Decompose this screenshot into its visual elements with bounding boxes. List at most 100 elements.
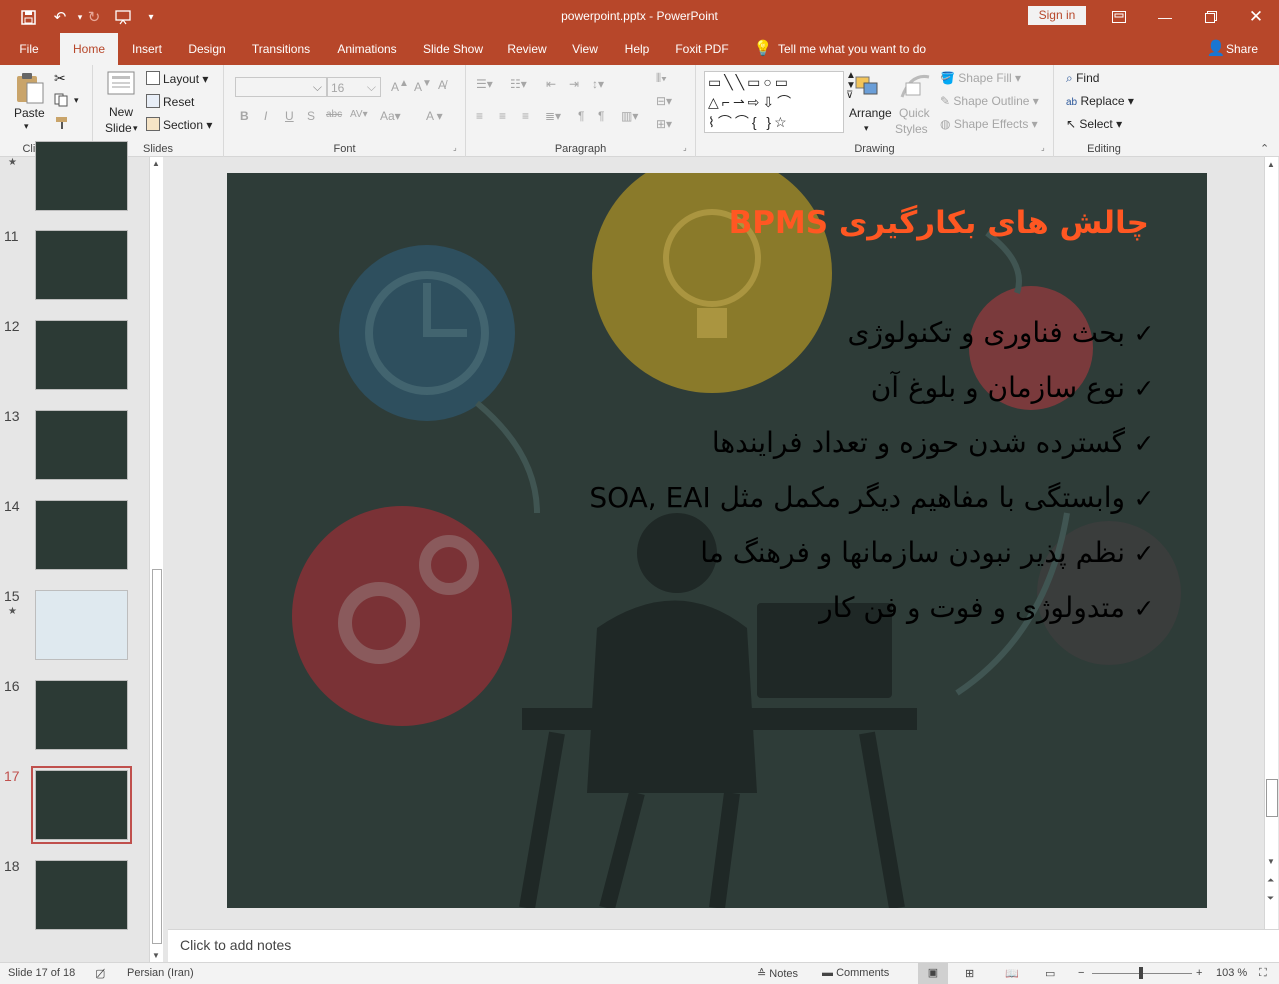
text-direction-icon[interactable]: ⫴▾	[656, 71, 667, 86]
drawing-launcher-icon[interactable]: ⌟	[1041, 143, 1045, 152]
tab-transitions[interactable]: Transitions	[246, 33, 316, 65]
bold-icon[interactable]: B	[240, 109, 249, 123]
slide-thumbnail-10[interactable]	[35, 141, 128, 211]
decrease-indent-icon[interactable]: ⇤	[546, 77, 556, 91]
paragraph-launcher-icon[interactable]: ⌟	[683, 143, 687, 152]
quick-styles-label-2[interactable]: Styles	[895, 122, 928, 136]
layout-button[interactable]: Layout ▾	[146, 71, 208, 86]
zoom-out-icon[interactable]: −	[1078, 967, 1084, 979]
align-left-icon[interactable]: ≡	[476, 109, 483, 123]
zoom-in-icon[interactable]: +	[1196, 967, 1202, 979]
slide-sorter-icon[interactable]: ⊞	[965, 967, 974, 980]
thumbnail-scroll-thumb[interactable]	[152, 569, 162, 944]
format-painter-icon[interactable]	[54, 116, 70, 133]
justify-icon[interactable]: ≣▾	[545, 109, 561, 123]
scroll-down-icon[interactable]: ▼	[1267, 857, 1275, 866]
paste-icon[interactable]	[14, 71, 46, 108]
slide-thumbnail-17[interactable]	[31, 766, 132, 844]
shape-fill-button[interactable]: 🪣 Shape Fill ▾	[940, 71, 1021, 85]
arrange-button[interactable]: Arrange	[849, 106, 892, 120]
slide-thumbnail-13[interactable]	[35, 410, 128, 480]
slide-thumbnail-14[interactable]	[35, 500, 128, 570]
smartart-icon[interactable]: ⊞▾	[656, 117, 672, 131]
previous-slide-icon[interactable]: ⏶	[1267, 875, 1274, 886]
find-button[interactable]: ⌕ Find	[1066, 71, 1099, 86]
tab-help[interactable]: Help	[619, 33, 655, 65]
slide-thumbnail-18[interactable]	[35, 860, 128, 930]
spell-check-icon[interactable]: ▢̸	[95, 967, 105, 980]
reading-view-icon[interactable]: 📖	[1005, 967, 1019, 980]
font-size-dropdown[interactable]: 16 ⌵	[327, 77, 381, 97]
align-center-icon[interactable]: ≡	[499, 109, 506, 123]
bullets-icon[interactable]: ☰▾	[476, 77, 493, 91]
tab-slide-show[interactable]: Slide Show	[419, 33, 487, 65]
align-right-icon[interactable]: ≡	[522, 109, 529, 123]
copy-icon[interactable]	[54, 93, 70, 110]
language-indicator[interactable]: Persian (Iran)	[127, 967, 194, 979]
bullet-list[interactable]: ✓ بحث فناوری و تکنولوژی ✓ نوع سازمان و بلو…	[263, 307, 1163, 637]
slide-thumbnail-16[interactable]	[35, 680, 128, 750]
comments-toggle[interactable]: ▬ Comments	[822, 967, 889, 979]
ribbon-display-options-icon[interactable]	[1096, 0, 1142, 33]
share-button[interactable]: Share	[1226, 33, 1258, 65]
tab-file[interactable]: File	[9, 33, 49, 65]
next-slide-icon[interactable]: ⏷	[1267, 893, 1274, 904]
underline-icon[interactable]: U	[285, 109, 294, 123]
shadow-icon[interactable]: S	[307, 109, 315, 123]
zoom-level[interactable]: 103 %	[1216, 967, 1247, 979]
arrange-icon[interactable]	[853, 75, 881, 100]
character-spacing-icon[interactable]: AV▾	[350, 109, 368, 120]
font-name-dropdown[interactable]: ⌵	[235, 77, 327, 97]
paste-button[interactable]: Paste	[14, 106, 45, 120]
arrange-dropdown-icon[interactable]: ▾	[864, 123, 869, 134]
fit-slide-icon[interactable]: ⛶	[1259, 967, 1267, 980]
quick-styles-icon[interactable]	[899, 71, 933, 104]
clear-formatting-icon[interactable]: A̸	[438, 78, 446, 92]
reset-button[interactable]: Reset	[146, 94, 194, 109]
notes-pane[interactable]: Click to add notes	[168, 929, 1279, 962]
tab-home[interactable]: Home	[60, 33, 118, 65]
new-slide-dropdown-icon[interactable]: ▾	[133, 123, 138, 134]
new-slide-label[interactable]: New	[109, 105, 133, 119]
tell-me-search[interactable]: Tell me what you want to do	[778, 33, 938, 65]
select-button[interactable]: ↖ Select ▾	[1066, 117, 1122, 131]
minimize-icon[interactable]: —	[1142, 0, 1188, 33]
increase-font-icon[interactable]: A▲	[391, 78, 409, 94]
tab-foxit-pdf[interactable]: Foxit PDF	[671, 33, 733, 65]
scroll-up-icon[interactable]: ▲	[1267, 160, 1275, 169]
shape-effects-button[interactable]: ◍ Shape Effects ▾	[940, 117, 1038, 131]
tab-review[interactable]: Review	[503, 33, 551, 65]
line-spacing-icon[interactable]: ↕▾	[592, 77, 604, 91]
slide-thumbnail-11[interactable]	[35, 230, 128, 300]
columns-icon[interactable]: ▥▾	[621, 109, 638, 123]
tab-animations[interactable]: Animations	[330, 33, 404, 65]
new-slide-label-2[interactable]: Slide	[105, 121, 132, 135]
slide-thumbnail-15[interactable]	[35, 590, 128, 660]
tab-view[interactable]: View	[566, 33, 604, 65]
notes-toggle[interactable]: ≙ Notes	[757, 967, 798, 980]
italic-icon[interactable]: I	[264, 109, 267, 123]
ltr-direction-icon[interactable]: ¶	[578, 109, 584, 123]
section-button[interactable]: Section ▾	[146, 117, 212, 132]
close-icon[interactable]: ✕	[1233, 0, 1279, 33]
copy-dropdown-icon[interactable]: ▾	[74, 95, 79, 106]
quick-styles-label[interactable]: Quick	[899, 106, 930, 120]
font-color-icon[interactable]: A ▾	[426, 109, 443, 123]
tab-insert[interactable]: Insert	[126, 33, 168, 65]
restore-icon[interactable]	[1188, 0, 1234, 33]
increase-indent-icon[interactable]: ⇥	[569, 77, 579, 91]
editor-scrollbar[interactable]: ▲ ▼ ⏶ ⏷	[1264, 157, 1278, 929]
editor-scroll-thumb[interactable]	[1266, 779, 1278, 817]
strikethrough-icon[interactable]: abc	[326, 109, 342, 120]
scroll-down-icon[interactable]: ▼	[152, 951, 160, 960]
numbering-icon[interactable]: ☷▾	[510, 77, 527, 91]
cut-icon[interactable]: ✂	[54, 70, 66, 87]
tab-design[interactable]: Design	[183, 33, 231, 65]
shapes-gallery[interactable]: ▭╲╲▭○▭ △⌐⇀⇨⇩⌒ ⌇⌒⌒{ }☆	[704, 71, 844, 133]
new-slide-icon[interactable]	[106, 70, 138, 103]
change-case-icon[interactable]: Aa▾	[380, 109, 401, 123]
decrease-font-icon[interactable]: A▼	[414, 78, 432, 94]
paste-dropdown-icon[interactable]: ▾	[24, 121, 29, 132]
collapse-ribbon-icon[interactable]: ⌃	[1260, 142, 1269, 155]
align-text-icon[interactable]: ⊟▾	[656, 94, 672, 108]
